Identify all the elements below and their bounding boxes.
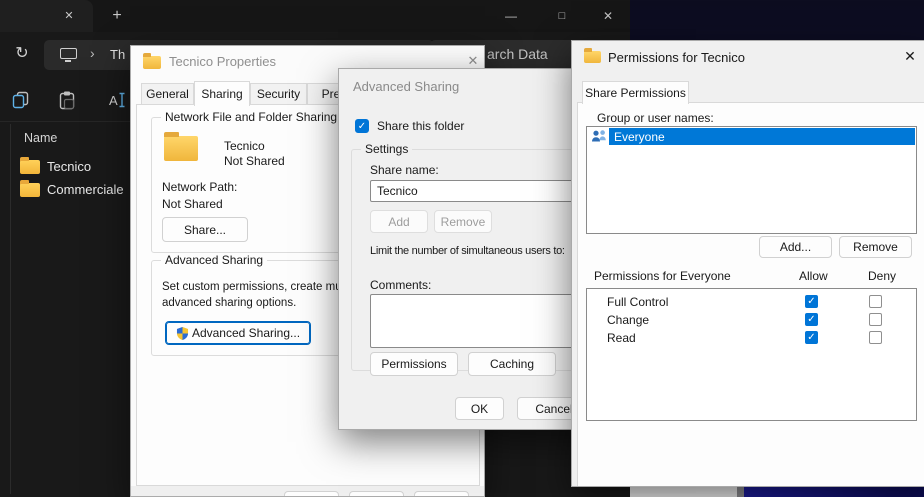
new-tab-button[interactable]: + xyxy=(106,6,128,26)
shared-folder-name: Tecnico xyxy=(224,139,265,153)
remove-user-button[interactable]: Remove xyxy=(839,236,912,258)
group-legend: Settings xyxy=(361,142,412,156)
cancel-button-partial[interactable] xyxy=(349,491,404,497)
allow-full-control-checkbox[interactable]: ✓ xyxy=(805,295,818,308)
allow-read-checkbox[interactable]: ✓ xyxy=(805,331,818,344)
breadcrumb[interactable]: Th xyxy=(110,47,125,62)
explorer-tab[interactable]: ✕ xyxy=(0,0,93,32)
permission-row-label: Change xyxy=(607,313,649,327)
share-this-folder-checkbox[interactable]: ✓ xyxy=(355,119,369,133)
deny-change-checkbox[interactable] xyxy=(869,313,882,326)
tab-share-permissions[interactable]: Share Permissions xyxy=(582,81,689,104)
network-path-value: Not Shared xyxy=(162,197,223,211)
network-path-label: Network Path: xyxy=(162,180,237,194)
ok-button-partial[interactable] xyxy=(284,491,339,497)
copy-icon[interactable] xyxy=(10,89,32,111)
list-item-everyone[interactable]: Everyone xyxy=(609,128,915,145)
folder-icon xyxy=(164,136,198,161)
remove-share-button[interactable]: Remove xyxy=(434,210,492,233)
permission-row-label: Read xyxy=(607,331,636,345)
rename-icon[interactable]: A xyxy=(106,89,128,111)
file-row-tecnico[interactable]: Tecnico xyxy=(47,159,91,174)
deny-column-header: Deny xyxy=(868,269,896,283)
advanced-sharing-dialog-title: Advanced Sharing xyxy=(353,79,459,94)
advanced-description-line2: advanced sharing options. xyxy=(162,297,296,309)
share-permissions-page: Group or user names: Everyone Add... Rem… xyxy=(577,102,924,487)
folder-icon xyxy=(20,183,40,197)
advanced-sharing-button[interactable]: Advanced Sharing... xyxy=(165,321,311,345)
shared-folder-state: Not Shared xyxy=(224,154,285,168)
desktop: ✕ + — □ ✕ ↻ › Th arch Data xyxy=(0,0,924,497)
folder-icon xyxy=(143,56,161,69)
add-user-button[interactable]: Add... xyxy=(759,236,832,258)
tab-general[interactable]: General xyxy=(141,83,194,105)
close-icon[interactable]: ✕ xyxy=(464,53,482,69)
group-legend: Advanced Sharing xyxy=(161,253,267,267)
permissions-dialog-title: Permissions for Tecnico xyxy=(608,50,745,65)
allow-column-header: Allow xyxy=(799,269,828,283)
chevron-icon: › xyxy=(90,45,95,61)
group-list[interactable]: Everyone xyxy=(586,126,917,234)
folder-icon xyxy=(20,160,40,174)
deny-read-checkbox[interactable] xyxy=(869,331,882,344)
add-share-button[interactable]: Add xyxy=(370,210,428,233)
background-window-strip xyxy=(630,487,737,497)
advanced-description-line1: Set custom permissions, create multip xyxy=(162,281,356,293)
users-icon xyxy=(591,129,608,143)
uac-shield-icon xyxy=(175,326,190,341)
permissions-table: Full Control ✓ Change ✓ Read ✓ xyxy=(586,288,917,421)
tab-security[interactable]: Security xyxy=(250,83,307,105)
paste-icon[interactable] xyxy=(56,89,78,111)
limit-users-label: Limit the number of simultaneous users t… xyxy=(370,245,565,257)
permissions-table-label: Permissions for Everyone xyxy=(594,269,731,283)
close-button[interactable]: ✕ xyxy=(594,0,622,32)
caching-button[interactable]: Caching xyxy=(468,352,556,376)
tab-close-icon[interactable]: ✕ xyxy=(60,8,78,24)
maximize-button[interactable]: □ xyxy=(548,0,576,32)
ok-button[interactable]: OK xyxy=(455,397,504,420)
tab-sharing[interactable]: Sharing xyxy=(194,81,250,106)
apply-button-partial[interactable] xyxy=(414,491,469,497)
share-this-folder-label: Share this folder xyxy=(377,119,464,133)
permissions-dialog: Permissions for Tecnico ✕ Share Permissi… xyxy=(571,40,924,487)
group-user-names-label: Group or user names: xyxy=(597,111,714,125)
name-column-header[interactable]: Name xyxy=(24,131,57,145)
group-legend: Network File and Folder Sharing xyxy=(161,110,341,124)
share-button[interactable]: Share... xyxy=(162,217,248,242)
folder-icon xyxy=(584,51,601,63)
search-placeholder: arch Data xyxy=(487,46,548,62)
svg-text:A: A xyxy=(109,93,118,108)
dialog-footer xyxy=(131,486,485,497)
close-icon[interactable]: ✕ xyxy=(900,48,920,65)
deny-full-control-checkbox[interactable] xyxy=(869,295,882,308)
explorer-tab-bar: ✕ + — □ ✕ xyxy=(0,0,630,32)
share-name-label: Share name: xyxy=(370,163,439,177)
desktop-wallpaper-strip xyxy=(744,487,924,497)
properties-dialog-title: Tecnico Properties xyxy=(169,54,276,69)
allow-change-checkbox[interactable]: ✓ xyxy=(805,313,818,326)
comments-label: Comments: xyxy=(370,278,431,292)
this-pc-icon xyxy=(60,48,77,59)
refresh-icon[interactable]: ↻ xyxy=(12,44,32,64)
background-divider xyxy=(737,487,744,497)
permission-row-label: Full Control xyxy=(607,295,668,309)
pane-divider[interactable] xyxy=(10,124,11,494)
minimize-button[interactable]: — xyxy=(497,0,525,32)
file-row-commerciale[interactable]: Commerciale xyxy=(47,182,124,197)
permissions-button[interactable]: Permissions xyxy=(370,352,458,376)
